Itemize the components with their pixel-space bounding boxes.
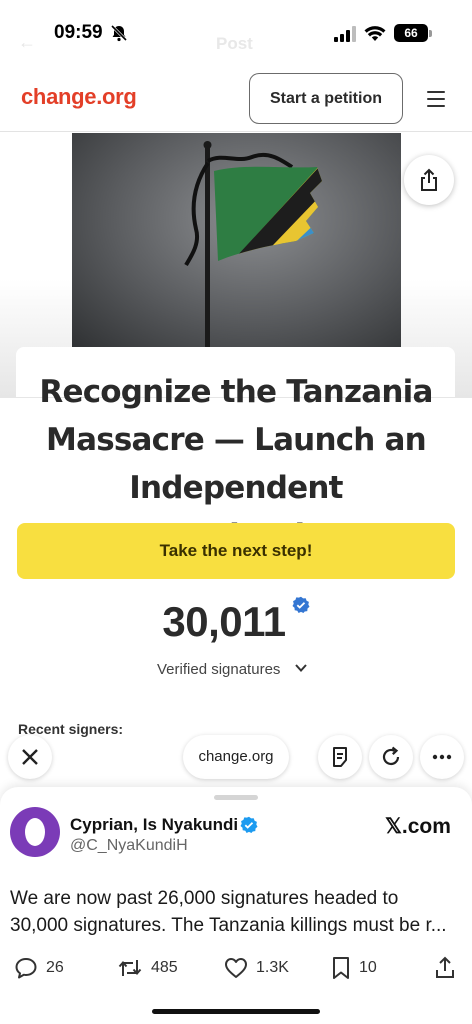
tweet-text-line-2: 30,000 signatures. The Tanzania killings… [10,915,447,936]
change-org-logo[interactable]: change.org [21,84,137,110]
repost-action[interactable]: 485 [117,955,178,981]
repost-count: 485 [151,959,178,976]
tweet-text[interactable]: We are now past 26,000 signatures headed… [10,885,465,939]
bookmark-icon [333,957,349,979]
reply-count: 26 [46,959,64,976]
close-button[interactable] [8,735,52,779]
ghost-back-arrow: ← [18,32,36,52]
chevron-down-icon[interactable] [294,662,308,674]
cellular-signal-icon [334,26,356,42]
site-header: change.org Start a petition [0,64,472,132]
author-verified-icon [240,816,258,833]
like-action[interactable]: 1.3K [224,955,289,981]
ghost-page-title: Post [216,34,253,53]
more-icon [432,754,452,760]
close-icon [22,749,38,765]
tanzania-flag-illustration [184,141,322,347]
wifi-icon [364,26,386,41]
petition-image [72,133,401,347]
verified-signatures-label[interactable]: Verified signatures [157,661,280,678]
tweet-actions: 26 485 1.3K 10 [0,955,472,981]
page-button[interactable] [318,735,362,779]
like-count: 1.3K [256,959,289,976]
status-time: 09:59 [54,22,103,43]
x-com-label[interactable]: 𝕏.com [385,814,451,839]
battery-tip [429,30,432,37]
url-pill[interactable]: change.org [183,735,289,779]
reply-icon [15,958,37,979]
verified-badge-icon [292,596,310,613]
bookmark-action[interactable]: 10 [331,955,377,981]
share-tweet-action[interactable] [434,955,464,981]
share-tweet-icon [436,956,454,978]
repost-icon [118,960,142,976]
share-icon [421,168,437,191]
bell-slash-icon [110,24,128,42]
tweet-text-line-1: We are now past 26,000 signatures headed… [10,888,399,909]
start-petition-button[interactable]: Start a petition [249,73,403,124]
take-next-step-button[interactable]: Take the next step! [17,523,455,579]
reply-action[interactable]: 26 [14,955,64,981]
heart-icon [225,958,247,978]
author-name[interactable]: Cyprian, Is Nyakundi [70,815,238,835]
bookmark-count: 10 [359,959,377,976]
author-handle[interactable]: @C_NyaKundiH [70,837,188,855]
reload-icon [382,746,400,766]
sheet-grabber[interactable] [214,795,258,800]
page-icon [333,747,347,767]
hamburger-menu-icon[interactable] [427,91,447,107]
share-button[interactable] [404,155,454,205]
signature-count: 30,011 [162,598,286,645]
home-indicator[interactable] [152,1009,320,1014]
reload-button[interactable] [369,735,413,779]
battery-indicator: 66 [394,24,428,42]
browser-toolbar: change.org [0,735,472,785]
avatar[interactable] [10,807,60,857]
more-button[interactable] [420,735,464,779]
status-bar: ← 09:59 Post 66 [0,0,472,64]
